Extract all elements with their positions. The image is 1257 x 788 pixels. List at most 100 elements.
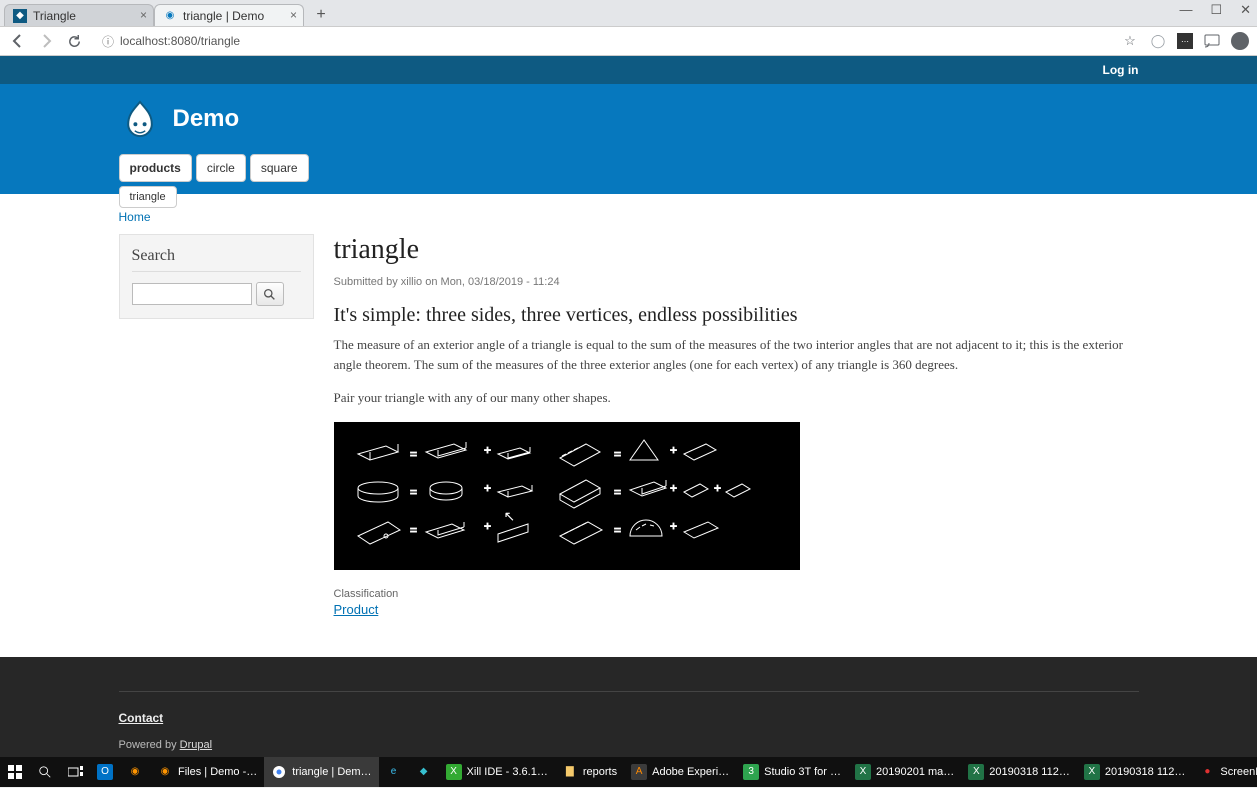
- address-bar[interactable]: ⓘ localhost:8080/triangle: [92, 30, 1113, 52]
- svg-text:+: +: [484, 481, 491, 495]
- start-button[interactable]: [0, 757, 30, 787]
- reload-button[interactable]: [64, 31, 84, 51]
- taskbar-label: Adobe Experi…: [652, 766, 729, 778]
- taskbar-label: 20190201 ma…: [876, 766, 954, 778]
- svg-text:=: =: [410, 523, 417, 537]
- favicon-icon: ◆: [13, 9, 27, 23]
- taskbar-search[interactable]: [30, 757, 60, 787]
- nav-item-square[interactable]: square: [250, 154, 309, 182]
- svg-text:+: +: [714, 481, 721, 495]
- taskbar-label: reports: [583, 766, 617, 778]
- new-tab-button[interactable]: +: [310, 4, 332, 26]
- content: Home Search triangle Submitted by xillio…: [109, 194, 1149, 627]
- search-button[interactable]: [256, 282, 284, 306]
- classification-label: Classification: [334, 588, 1139, 600]
- taskbar-taskview[interactable]: [60, 757, 90, 787]
- sidebar: Search: [119, 234, 314, 319]
- adobe-icon: A: [631, 764, 647, 780]
- nav-item-circle[interactable]: circle: [196, 154, 246, 182]
- outlook-icon: O: [97, 764, 113, 780]
- browser-toolbar: ⓘ localhost:8080/triangle ☆ ◯ ⋯: [0, 26, 1257, 56]
- extension-icon-2[interactable]: ⋯: [1177, 33, 1193, 49]
- bookmark-icon[interactable]: ☆: [1121, 32, 1139, 50]
- breadcrumb-home[interactable]: Home: [119, 210, 151, 224]
- taskbar-explorer[interactable]: ▇ reports: [555, 757, 624, 787]
- taskbar-firefox-window[interactable]: ◉ Files | Demo -…: [150, 757, 264, 787]
- taskbar-excel-3[interactable]: X20190318 112…: [1077, 757, 1193, 787]
- firefox-icon: ◉: [157, 764, 173, 780]
- taskbar-outlook[interactable]: O: [90, 757, 120, 787]
- taskbar-maps[interactable]: ◆: [409, 757, 439, 787]
- taskbar-label: Files | Demo -…: [178, 766, 257, 778]
- tab-strip: ◆ Triangle × ◉ triangle | Demo × + — ☐ ✕: [0, 0, 1257, 26]
- submitted-date: Mon, 03/18/2019 - 11:24: [441, 276, 560, 288]
- nav-item-products[interactable]: products: [119, 154, 192, 182]
- taskbar-label: 20190318 112…: [989, 766, 1070, 778]
- shapes-figure: = + = + =: [334, 422, 800, 570]
- taskbar-label: triangle | Dem…: [292, 766, 371, 778]
- maps-icon: ◆: [416, 764, 432, 780]
- site-info-icon[interactable]: ⓘ: [102, 33, 114, 50]
- excel-icon: X: [1084, 764, 1100, 780]
- nav-subitem-triangle[interactable]: triangle: [119, 186, 177, 208]
- window-controls: — ☐ ✕: [1179, 2, 1251, 18]
- forward-button[interactable]: [36, 31, 56, 51]
- cast-icon[interactable]: [1203, 32, 1221, 50]
- taskbar-adobe[interactable]: A Adobe Experi…: [624, 757, 736, 787]
- taskbar-firefox-pin[interactable]: ◉: [120, 757, 150, 787]
- xill-icon: X: [446, 764, 462, 780]
- powered-link[interactable]: Drupal: [180, 739, 212, 751]
- profile-avatar[interactable]: [1231, 32, 1249, 50]
- favicon-icon: ◉: [163, 9, 177, 23]
- edge-icon: e: [386, 764, 402, 780]
- svg-text:+: +: [670, 519, 677, 533]
- toolbar-right: ☆ ◯ ⋯: [1121, 32, 1249, 50]
- search-input[interactable]: [132, 283, 252, 305]
- footer-contact-link[interactable]: Contact: [119, 711, 164, 725]
- windows-taskbar: O ◉ ◉ Files | Demo -… triangle | Dem… e ◆…: [0, 757, 1257, 787]
- svg-text:+: +: [484, 519, 491, 533]
- taskbar-screenrecorder[interactable]: ●ScreenRecorder: [1192, 757, 1257, 787]
- taskbar-edge[interactable]: e: [379, 757, 409, 787]
- breadcrumb: Home: [119, 210, 1139, 224]
- submitted-prefix: Submitted by: [334, 276, 401, 288]
- browser-chrome: ◆ Triangle × ◉ triangle | Demo × + — ☐ ✕…: [0, 0, 1257, 56]
- classification-link[interactable]: Product: [334, 602, 379, 617]
- taskbar-xill[interactable]: XXill IDE - 3.6.1…: [439, 757, 555, 787]
- browser-tab-0[interactable]: ◆ Triangle ×: [4, 4, 154, 26]
- back-button[interactable]: [8, 31, 28, 51]
- primary-nav: products triangle circle square: [119, 154, 1139, 182]
- site-brand[interactable]: Demo: [119, 98, 1139, 140]
- taskbar-excel-1[interactable]: X20190201 ma…: [848, 757, 961, 787]
- close-window-icon[interactable]: ✕: [1240, 2, 1251, 18]
- article-body-2: Pair your triangle with any of our many …: [334, 388, 1139, 408]
- site-name: Demo: [173, 105, 240, 133]
- maximize-icon[interactable]: ☐: [1210, 2, 1222, 18]
- submitted-middle: on: [422, 276, 440, 288]
- taskbar-chrome-window[interactable]: triangle | Dem…: [264, 757, 378, 787]
- close-icon[interactable]: ×: [290, 8, 297, 22]
- taskbar-studio3t[interactable]: 3Studio 3T for …: [736, 757, 848, 787]
- svg-text:+: +: [670, 481, 677, 495]
- folder-icon: ▇: [562, 764, 578, 780]
- taskbar-label: ScreenRecorder: [1220, 766, 1257, 778]
- page-title: triangle: [334, 234, 1139, 266]
- close-icon[interactable]: ×: [140, 8, 147, 22]
- drupal-logo-icon: [119, 98, 161, 140]
- extension-icon[interactable]: ◯: [1149, 32, 1167, 50]
- powered-prefix: Powered by: [119, 739, 180, 751]
- page: Log in Demo products triangle: [0, 56, 1257, 757]
- main-content: triangle Submitted by xillio on Mon, 03/…: [334, 234, 1139, 617]
- windows-icon: [7, 764, 23, 780]
- login-link[interactable]: Log in: [1103, 63, 1139, 77]
- author-name: xillio: [401, 276, 422, 288]
- chrome-icon: [271, 764, 287, 780]
- taskbar-excel-2[interactable]: X20190318 112…: [961, 757, 1077, 787]
- svg-text:=: =: [410, 485, 417, 499]
- svg-text:+: +: [670, 443, 677, 457]
- minimize-icon[interactable]: —: [1179, 2, 1192, 18]
- browser-tab-1[interactable]: ◉ triangle | Demo ×: [154, 4, 304, 26]
- url-text: localhost:8080/triangle: [120, 34, 240, 48]
- article-subtitle: It's simple: three sides, three vertices…: [334, 304, 1139, 327]
- taskbar-label: Studio 3T for …: [764, 766, 841, 778]
